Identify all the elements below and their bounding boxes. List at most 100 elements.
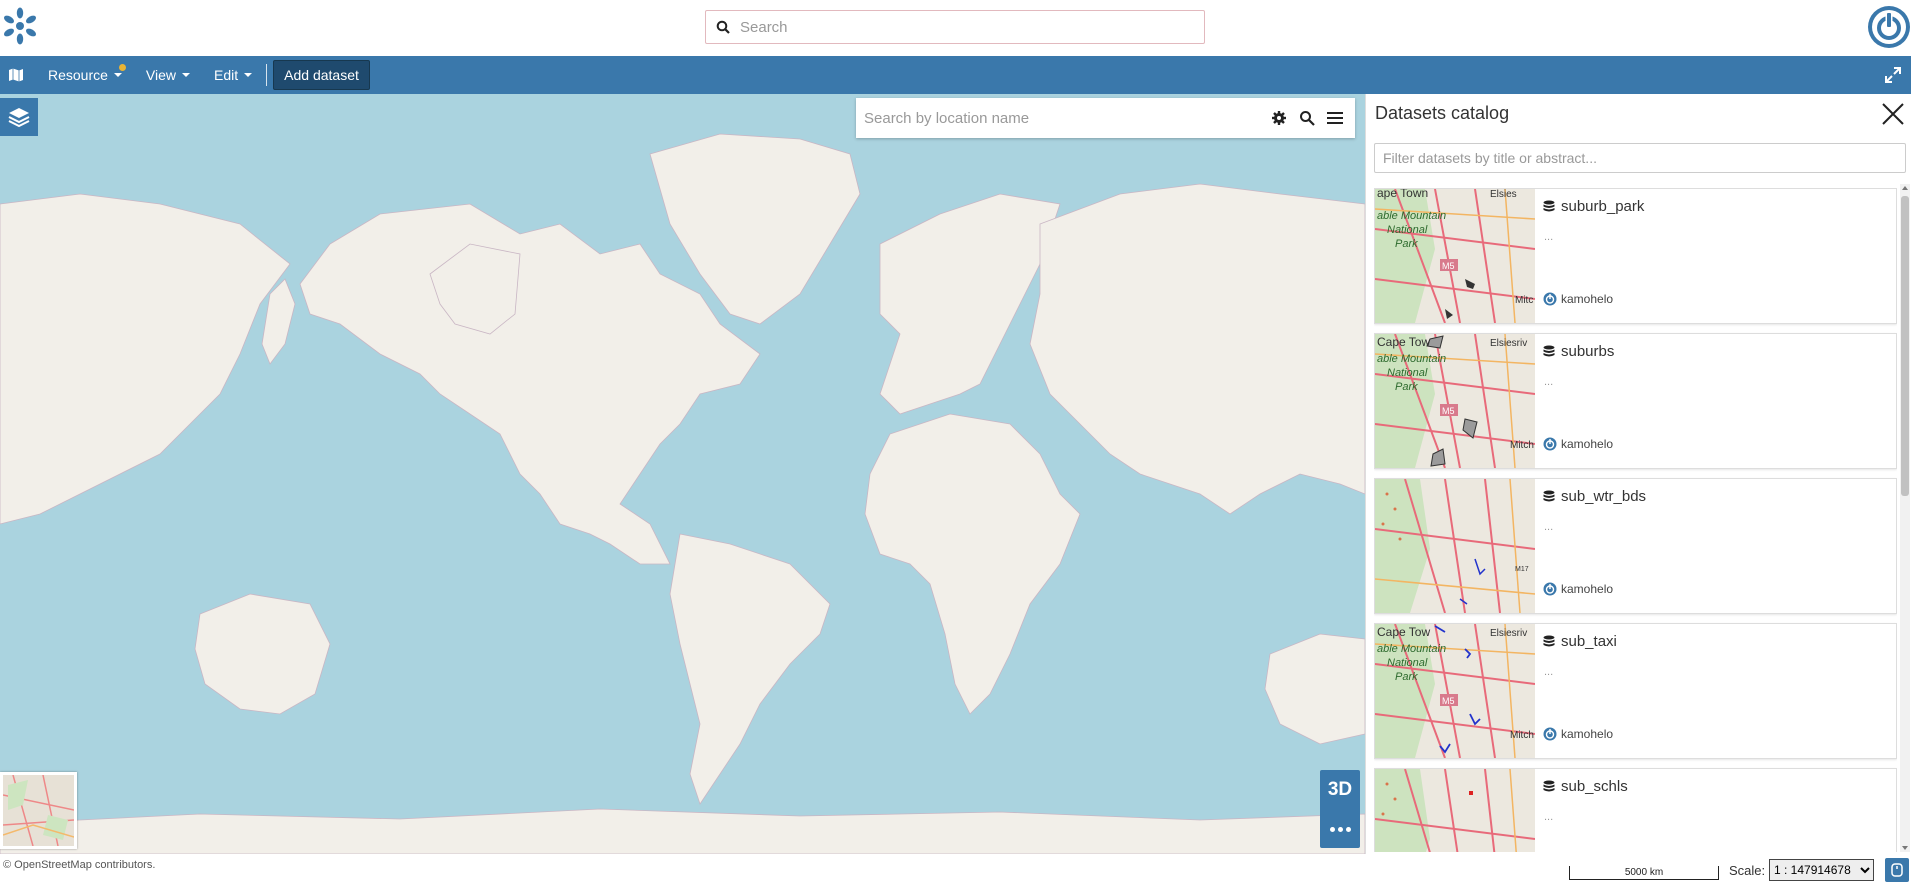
dataset-owner: kamohelo <box>1543 437 1613 451</box>
owner-name[interactable]: kamohelo <box>1561 582 1613 596</box>
dataset-title[interactable]: sub_schls <box>1561 778 1628 795</box>
owner-name[interactable]: kamohelo <box>1561 727 1613 741</box>
svg-text:Mitc: Mitc <box>1515 295 1533 306</box>
svg-text:National: National <box>1387 224 1428 236</box>
svg-text:ape Town: ape Town <box>1377 189 1428 200</box>
gear-icon[interactable] <box>1265 100 1293 136</box>
user-power-icon <box>1543 292 1557 306</box>
dataset-card[interactable]: sub_schls ... <box>1374 768 1897 852</box>
scrollbar-thumb[interactable] <box>1901 196 1909 496</box>
svg-text:Park: Park <box>1395 381 1418 393</box>
scroll-up-arrow-icon[interactable] <box>1902 186 1908 190</box>
map-footer: © OpenStreetMap contributors. 5000 km Sc… <box>0 854 1911 889</box>
dataset-owner: kamohelo <box>1543 292 1613 306</box>
power-icon[interactable] <box>1867 5 1911 49</box>
layers-button[interactable] <box>0 98 38 136</box>
database-icon <box>1543 200 1555 211</box>
owner-name[interactable]: kamohelo <box>1561 292 1613 306</box>
location-search-input[interactable] <box>856 100 1265 136</box>
toggle-3d-button[interactable]: 3D <box>1320 770 1360 810</box>
svg-text:Park: Park <box>1395 238 1418 250</box>
dataset-title[interactable]: sub_wtr_bds <box>1561 488 1646 505</box>
dataset-abstract: ... <box>1544 811 1554 823</box>
dataset-card[interactable]: M17 sub_wtr_bds ... kamohelo <box>1374 478 1897 614</box>
dataset-title[interactable]: suburb_park <box>1561 198 1644 215</box>
mouse-position-icon <box>1891 863 1903 877</box>
resource-menu-label: Resource <box>48 67 108 83</box>
svg-text:M17: M17 <box>1515 566 1529 573</box>
top-header <box>0 0 1911 56</box>
close-icon[interactable] <box>1879 100 1907 128</box>
location-search-box <box>856 98 1355 138</box>
asterisk-logo-icon[interactable] <box>0 6 40 46</box>
dataset-title-row: sub_wtr_bds <box>1543 488 1646 505</box>
dataset-title-row: suburb_park <box>1543 198 1644 215</box>
dataset-title[interactable]: sub_taxi <box>1561 633 1617 650</box>
global-search-box <box>705 10 1205 44</box>
caret-down-icon <box>182 73 191 77</box>
svg-text:Elsiesriv: Elsiesriv <box>1490 338 1527 349</box>
map-icon[interactable] <box>0 56 32 94</box>
dataset-thumbnail: Cape Tow Elsiesriv able Mountain Nationa… <box>1375 334 1535 468</box>
scale-select[interactable]: 1 : 147914678 <box>1769 859 1874 881</box>
dataset-card[interactable]: Cape Tow Elsiesriv able Mountain Nationa… <box>1374 333 1897 469</box>
dataset-thumbnail: ape Town Elsies able Mountain National P… <box>1375 189 1535 323</box>
database-icon <box>1543 780 1555 791</box>
scale-bar: 5000 km <box>1569 866 1719 880</box>
notification-dot <box>118 64 126 71</box>
layers-icon <box>8 108 30 128</box>
datasets-catalog-panel: Datasets catalog ape Town Elsies able Mo… <box>1365 94 1911 854</box>
ellipsis-icon <box>1329 826 1335 832</box>
dataset-title-row: sub_schls <box>1543 778 1628 795</box>
svg-text:National: National <box>1387 367 1428 379</box>
catalog-title: Datasets catalog <box>1375 103 1510 123</box>
footer-toggle-button[interactable] <box>1885 858 1909 882</box>
svg-text:Mitch: Mitch <box>1510 440 1534 451</box>
global-search-input[interactable] <box>740 12 1204 42</box>
svg-text:able Mountain: able Mountain <box>1377 210 1446 222</box>
scale-label: Scale: <box>1729 863 1766 878</box>
dataset-abstract: ... <box>1544 666 1554 678</box>
dataset-thumbnail: Cape Tow Elsiesriv able Mountain Nationa… <box>1375 624 1535 758</box>
resource-menu[interactable]: Resource <box>36 56 134 94</box>
dataset-owner: kamohelo <box>1543 582 1613 596</box>
scroll-down-arrow-icon[interactable] <box>1902 846 1908 850</box>
catalog-filter-input[interactable] <box>1374 143 1906 173</box>
svg-text:able Mountain: able Mountain <box>1377 643 1446 655</box>
caret-down-icon <box>113 73 122 77</box>
edit-menu[interactable]: Edit <box>202 56 264 94</box>
expand-icon[interactable] <box>1883 65 1903 85</box>
minimap-thumbnail <box>3 775 74 846</box>
catalog-scrollbar[interactable] <box>1900 184 1910 852</box>
search-icon[interactable] <box>1293 100 1321 136</box>
search-icon[interactable] <box>706 11 740 43</box>
svg-text:Cape Tow: Cape Tow <box>1377 625 1430 639</box>
user-power-icon <box>1543 727 1557 741</box>
dataset-card[interactable]: Cape Tow Elsiesriv able Mountain Nationa… <box>1374 623 1897 759</box>
toolbar-divider <box>266 64 268 86</box>
svg-text:Elsiesriv: Elsiesriv <box>1490 628 1527 639</box>
svg-text:Mitch: Mitch <box>1510 730 1534 741</box>
view-menu[interactable]: View <box>134 56 202 94</box>
database-icon <box>1543 635 1555 646</box>
user-power-icon <box>1543 582 1557 596</box>
dataset-list: ape Town Elsies able Mountain National P… <box>1374 188 1897 852</box>
dataset-title[interactable]: suburbs <box>1561 343 1614 360</box>
map-attribution: © OpenStreetMap contributors. <box>3 859 156 871</box>
dataset-title-row: sub_taxi <box>1543 633 1617 650</box>
add-dataset-button[interactable]: Add dataset <box>273 60 370 90</box>
dataset-card[interactable]: ape Town Elsies able Mountain National P… <box>1374 188 1897 324</box>
menu-icon[interactable] <box>1321 100 1349 136</box>
overview-minimap[interactable] <box>0 772 77 849</box>
svg-text:Park: Park <box>1395 671 1418 683</box>
svg-text:Cape Tow: Cape Tow <box>1377 335 1430 349</box>
edit-menu-label: Edit <box>214 67 239 83</box>
dataset-abstract: ... <box>1544 521 1554 533</box>
user-power-icon <box>1543 437 1557 451</box>
svg-text:Elsies: Elsies <box>1490 189 1517 200</box>
more-options-button[interactable] <box>1320 810 1360 848</box>
database-icon <box>1543 490 1555 501</box>
owner-name[interactable]: kamohelo <box>1561 437 1613 451</box>
dataset-abstract: ... <box>1544 376 1554 388</box>
map-viewport[interactable]: 3D <box>0 94 1365 854</box>
